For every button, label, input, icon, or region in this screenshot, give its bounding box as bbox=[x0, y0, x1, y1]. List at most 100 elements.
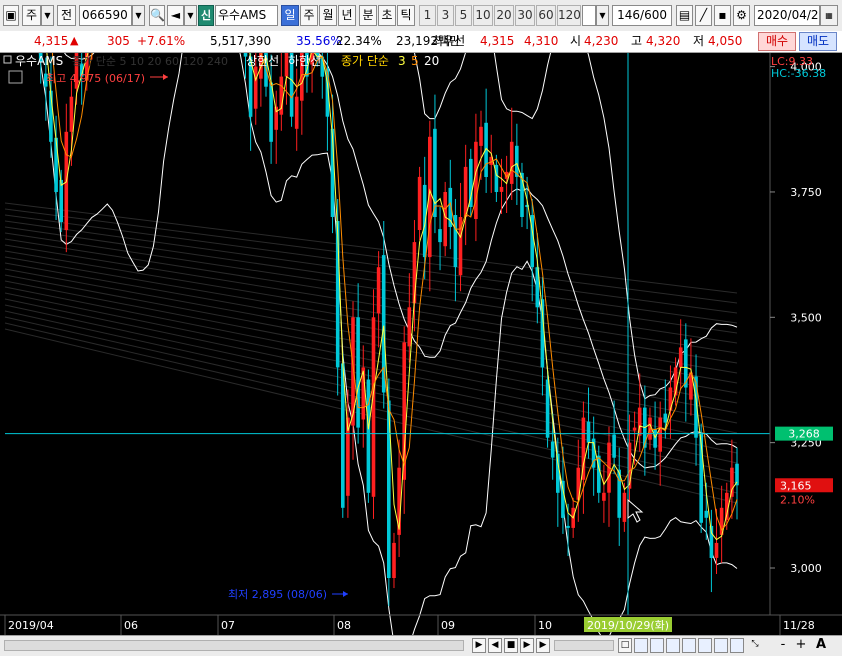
period-minute-button[interactable]: 분 bbox=[359, 5, 377, 26]
hc-label: HC:-36.38 bbox=[771, 67, 826, 80]
data-total: /600 bbox=[640, 8, 667, 22]
zoom-out-button[interactable]: - bbox=[776, 638, 790, 653]
stock-name-field[interactable]: 우수AMS bbox=[215, 5, 278, 26]
zoom-icon-7[interactable] bbox=[730, 638, 744, 653]
interval-60-button[interactable]: 60 bbox=[536, 5, 556, 26]
zoom-scrollbar[interactable] bbox=[554, 640, 614, 651]
stock-code-input[interactable]: 066590 bbox=[79, 5, 132, 26]
horizontal-scrollbar[interactable] bbox=[4, 640, 464, 651]
interval-1-button[interactable]: 1 bbox=[419, 5, 436, 26]
crosshair-date-label: 2019/10/29(화) bbox=[587, 619, 669, 632]
candle-body bbox=[294, 96, 299, 129]
screen-icon[interactable]: □ bbox=[618, 638, 632, 653]
code-label[interactable]: 전 bbox=[57, 5, 76, 26]
period-year-button[interactable]: 년 bbox=[338, 5, 356, 26]
x-tick-label: 11/28 bbox=[783, 619, 815, 632]
period-month-button[interactable]: 월 bbox=[319, 5, 337, 26]
data-count: 146 bbox=[617, 8, 641, 22]
period-second-button[interactable]: 초 bbox=[378, 5, 396, 26]
chart-canvas[interactable]: 3,0003,2503,5003,7504,0004,2504,5004,750… bbox=[0, 0, 842, 656]
interval-30-button[interactable]: 30 bbox=[515, 5, 535, 26]
current-price: 4,315 bbox=[34, 34, 69, 48]
interval-120-button[interactable]: 120 bbox=[557, 5, 581, 26]
data-count-field[interactable]: 146/600 bbox=[612, 5, 672, 26]
candle-body bbox=[730, 467, 734, 497]
sell-button[interactable]: 매도 bbox=[799, 32, 837, 51]
interval-dropdown-icon[interactable]: ▼ bbox=[596, 5, 609, 26]
stop-icon[interactable]: ■ bbox=[504, 638, 518, 653]
up-arrow-icon: ▲ bbox=[70, 34, 79, 47]
grid-toggle-icon[interactable] bbox=[8, 70, 23, 84]
zoom-icon-3[interactable] bbox=[666, 638, 680, 653]
chart-settings-icon[interactable]: ▣ bbox=[3, 5, 19, 26]
chart-type-icon[interactable]: ▤ bbox=[676, 5, 693, 26]
buy-button[interactable]: 매수 bbox=[758, 32, 796, 51]
calendar-icon[interactable]: ▦ bbox=[820, 5, 838, 26]
scroll-right-icon[interactable]: ▶ bbox=[472, 638, 486, 653]
interval-3-button[interactable]: 3 bbox=[437, 5, 454, 26]
candle-body bbox=[622, 492, 627, 522]
x-tick-label: 10 bbox=[538, 619, 552, 632]
current-price-label: 3,165 bbox=[780, 479, 812, 492]
speaker-icon[interactable]: ◄ bbox=[167, 5, 184, 26]
candle-body bbox=[550, 441, 555, 458]
high-annotation: 최고 4,975 (06/17) bbox=[46, 72, 145, 85]
turnover-ratio: 22.34% bbox=[336, 34, 382, 48]
period-tick-button[interactable]: 틱 bbox=[397, 5, 415, 26]
fast-forward-icon[interactable]: ▶ bbox=[536, 638, 550, 653]
date-field[interactable]: 2020/04/20 bbox=[754, 5, 820, 26]
period-week-button[interactable]: 주 bbox=[300, 5, 318, 26]
play-icon[interactable]: ▶ bbox=[520, 638, 534, 653]
zoom-icon-4[interactable] bbox=[682, 638, 696, 653]
legend-upper-band: 상한선 bbox=[246, 54, 279, 68]
gear-icon[interactable]: ⚙ bbox=[733, 5, 750, 26]
interval-custom-input[interactable] bbox=[582, 5, 596, 26]
top-toolbar: ▣ 주 ▼ 전 066590 ▼ 🔍 ◄ ▼ 신 우수AMS 일 주 월 년 분… bbox=[0, 0, 842, 32]
candle-body bbox=[371, 317, 376, 497]
candle-body bbox=[714, 542, 719, 558]
candle-body bbox=[668, 387, 673, 411]
stock-code-dropdown-icon[interactable]: ▼ bbox=[132, 5, 145, 26]
candle-body bbox=[509, 141, 514, 184]
scroll-left-icon[interactable]: ◀ bbox=[488, 638, 502, 653]
search-icon[interactable]: 🔍 bbox=[149, 5, 165, 26]
candle-body bbox=[443, 192, 447, 247]
draw-line-icon[interactable]: ╱ bbox=[695, 5, 712, 26]
zoom-icon-2[interactable] bbox=[650, 638, 664, 653]
candle-body bbox=[545, 379, 550, 438]
interval-20-button[interactable]: 20 bbox=[494, 5, 514, 26]
period-tab[interactable]: 주 bbox=[22, 5, 41, 26]
volume-ratio: 35.56% bbox=[296, 34, 342, 48]
speaker-dropdown-icon[interactable]: ▼ bbox=[184, 5, 197, 26]
zoom-icon-1[interactable] bbox=[634, 638, 648, 653]
candle-body bbox=[376, 267, 381, 314]
zoom-icon-5[interactable] bbox=[698, 638, 712, 653]
candle-body bbox=[602, 492, 606, 501]
candle-body bbox=[479, 126, 483, 146]
low-annotation: 최저 2,895 (08/06) bbox=[228, 588, 327, 601]
font-size-button[interactable]: A bbox=[814, 638, 828, 653]
expand-icon[interactable]: ⤡ bbox=[748, 638, 762, 653]
candle-body bbox=[381, 255, 386, 393]
candle-body bbox=[59, 179, 63, 222]
legend-hidden-ma: 종가 단순 5 10 20 60 120 240 bbox=[72, 55, 228, 68]
x-tick-label: 07 bbox=[221, 619, 235, 632]
best-ask-label: 최우선 bbox=[432, 34, 466, 48]
period-day-button[interactable]: 일 bbox=[281, 5, 299, 26]
interval-5-button[interactable]: 5 bbox=[455, 5, 472, 26]
period-dropdown-icon[interactable]: ▼ bbox=[41, 5, 54, 26]
candle-body bbox=[566, 525, 570, 528]
zoom-icon-6[interactable] bbox=[714, 638, 728, 653]
zoom-in-button[interactable]: + bbox=[794, 638, 808, 653]
bottom-bar: ▶ ◀ ■ ▶ ▶ □ ⤡ - + A bbox=[0, 635, 842, 656]
candle-body bbox=[632, 427, 637, 431]
interval-10-button[interactable]: 10 bbox=[473, 5, 493, 26]
candle-body bbox=[658, 417, 662, 452]
save-icon[interactable]: ▪ bbox=[714, 5, 731, 26]
low-label: 저 bbox=[693, 34, 705, 48]
candle-body bbox=[499, 186, 504, 192]
candle-body bbox=[438, 229, 442, 243]
candle-body bbox=[392, 542, 396, 578]
price-chart[interactable]: 3,0003,2503,5003,7504,0004,2504,5004,750… bbox=[0, 0, 842, 656]
crosshair-price-label: 3,268 bbox=[788, 428, 820, 441]
